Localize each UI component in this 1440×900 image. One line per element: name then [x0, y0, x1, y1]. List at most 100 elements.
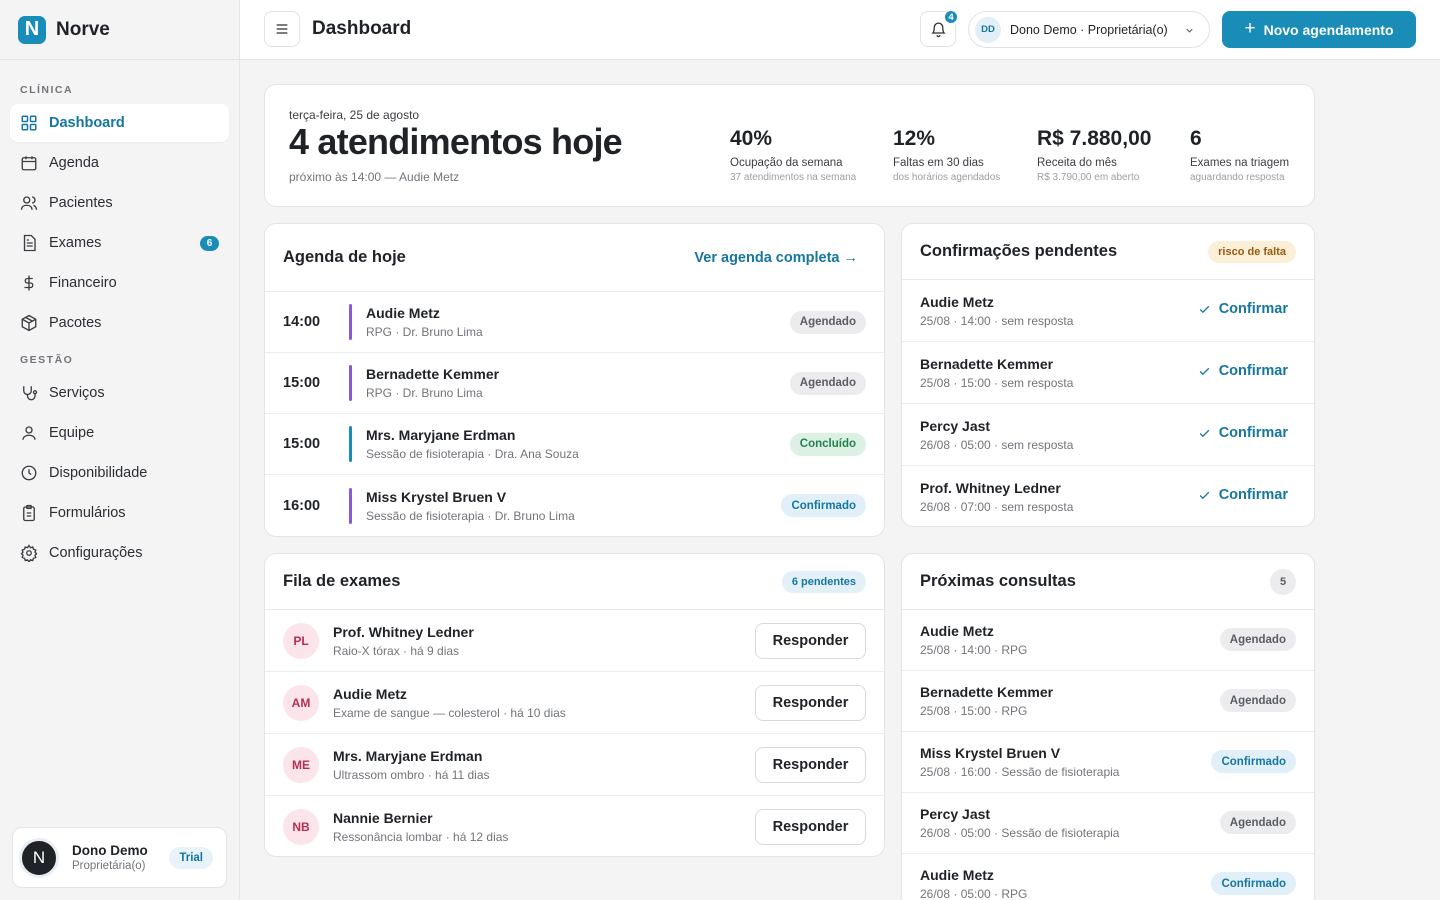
exam-row: ME Mrs. Maryjane Erdman Ultrassom ombro … — [265, 734, 884, 796]
agenda-row[interactable]: 15:00 Bernadette Kemmer RPG · Dr. Bruno … — [265, 353, 884, 414]
confirm-button[interactable]: Confirmar — [1198, 487, 1288, 503]
sidebar-item-configuracoes[interactable]: Configurações — [10, 534, 229, 572]
agenda-row[interactable]: 14:00 Audie Metz RPG · Dr. Bruno Lima Ag… — [265, 292, 884, 353]
user-info: Dono Demo Proprietária(o) — [72, 843, 148, 872]
confirmation-row: Percy Jast 26/08 · 05:00 · sem resposta … — [902, 404, 1314, 466]
confirm-label: Confirmar — [1218, 425, 1288, 441]
sidebar-item-servicos[interactable]: Serviços — [10, 374, 229, 412]
status-badge: Agendado — [789, 310, 866, 334]
new-appointment-label: Novo agendamento — [1263, 21, 1394, 38]
status-badge: Agendado — [789, 371, 866, 395]
patient-name: Mrs. Maryjane Erdman — [333, 747, 483, 764]
sidebar-item-agenda[interactable]: Agenda — [10, 144, 229, 182]
appointment-detail: Sessão de fisioterapia · Dra. Ana Souza — [366, 447, 579, 461]
consult-row[interactable]: Audie Metz 25/08 · 14:00 · RPG Agendado — [902, 610, 1314, 671]
consult-row[interactable]: Miss Krystel Bruen V 25/08 · 16:00 · Ses… — [902, 732, 1314, 793]
sidebar-item-exames[interactable]: Exames 6 — [10, 224, 229, 262]
confirm-label: Confirmar — [1218, 487, 1288, 503]
kpi-sub: 37 atendimentos na semana — [730, 172, 857, 183]
avatar: AM — [283, 684, 319, 721]
agenda-info: Miss Krystel Bruen V Sessão de fisiotera… — [366, 489, 575, 523]
confirm-button[interactable]: Confirmar — [1198, 301, 1288, 317]
sidebar-item-label: Exames — [49, 235, 102, 251]
confirm-label: Confirmar — [1218, 363, 1288, 379]
agenda-card: Agenda de hoje Ver agenda completa → 14:… — [264, 223, 885, 537]
agenda-time: 14:00 — [283, 314, 321, 330]
kpi-value: 12% — [893, 127, 936, 150]
check-icon — [1199, 367, 1209, 375]
exam-detail: Raio-X tórax · há 9 dias — [333, 643, 460, 658]
user-icon — [22, 426, 36, 440]
view-full-agenda-link[interactable]: Ver agenda completa → — [694, 250, 858, 266]
calendar-icon — [21, 156, 37, 171]
sidebar-item-formularios[interactable]: Formulários — [10, 494, 229, 532]
appointment-detail: RPG · Dr. Bruno Lima — [366, 325, 483, 339]
agenda-time: 16:00 — [283, 497, 321, 514]
exams-queue-card: Fila de exames 6 pendentes PL Prof. Whit… — [264, 553, 885, 857]
patient-name: Bernadette Kemmer — [366, 366, 500, 382]
plus-icon: + — [1244, 17, 1256, 39]
file-text-icon — [23, 234, 36, 252]
confirm-button[interactable]: Confirmar — [1198, 363, 1288, 379]
kpi-absences: 12% Faltas em 30 dias dos horários agend… — [893, 127, 1000, 183]
sidebar-item-dashboard[interactable]: Dashboard — [10, 104, 229, 142]
confirmation-row: Audie Metz 25/08 · 14:00 · sem resposta … — [902, 280, 1314, 342]
respond-button[interactable]: Responder — [755, 685, 866, 721]
patient-name: Audie Metz — [333, 685, 407, 702]
new-appointment-button[interactable]: + Novo agendamento — [1222, 11, 1416, 48]
user-card[interactable]: N Dono Demo Proprietária(o) Trial — [12, 827, 227, 888]
avatar: DD — [975, 16, 1001, 43]
agenda-row[interactable]: 16:00 Miss Krystel Bruen V Sessão de fis… — [265, 475, 884, 536]
card-title: Agenda de hoje — [283, 248, 406, 266]
count-badge: 5 — [1270, 568, 1296, 595]
avatar: NB — [283, 809, 319, 845]
sidebar-item-label: Configurações — [49, 545, 143, 561]
card-title: Confirmações pendentes — [920, 242, 1118, 260]
sidebar-item-pacotes[interactable]: Pacotes — [10, 304, 229, 342]
agenda-row[interactable]: 15:00 Mrs. Maryjane Erdman Sessão de fis… — [265, 414, 884, 475]
card-title: Próximas consultas — [920, 572, 1076, 590]
consult-row[interactable]: Percy Jast 26/08 · 05:00 · Sessão de fis… — [902, 793, 1314, 854]
respond-button[interactable]: Responder — [755, 809, 866, 845]
sidebar-item-equipe[interactable]: Equipe — [10, 414, 229, 452]
exam-detail: Exame de sangue — colesterol · há 10 dia… — [333, 705, 566, 720]
section-label-clinic: CLÍNICA — [20, 84, 74, 96]
users-icon — [20, 196, 38, 210]
confirmations-card: Confirmações pendentes risco de falta Au… — [901, 223, 1315, 527]
kpi-exams: 6 Exames na triagem aguardando resposta — [1190, 127, 1289, 183]
gear-icon — [20, 544, 38, 562]
respond-button[interactable]: Responder — [755, 623, 866, 659]
kpi-revenue: R$ 7.880,00 Receita do mês R$ 3.790,00 e… — [1037, 127, 1151, 183]
menu-button[interactable] — [264, 11, 300, 47]
sidebar-item-financeiro[interactable]: Financeiro — [10, 264, 229, 302]
chevron-down-icon — [1186, 28, 1193, 33]
consult-row[interactable]: Bernadette Kemmer 25/08 · 15:00 · RPG Ag… — [902, 671, 1314, 732]
sidebar-item-disponibilidade[interactable]: Disponibilidade — [10, 454, 229, 492]
sidebar: N Norve CLÍNICA Dashboard Agenda Pacient… — [0, 0, 240, 900]
brand[interactable]: N Norve — [0, 0, 239, 60]
exam-info: Nannie Bernier Ressonância lombar · há 1… — [333, 810, 508, 844]
bell-icon — [930, 21, 946, 37]
pending-badge: 6 pendentes — [781, 570, 866, 593]
notifications-badge: 4 — [943, 9, 959, 25]
sidebar-item-label: Equipe — [49, 425, 95, 441]
status-badge: Concluído — [789, 432, 866, 456]
confirm-button[interactable]: Confirmar — [1198, 425, 1288, 441]
agenda-info: Bernadette Kemmer RPG · Dr. Bruno Lima — [366, 366, 499, 400]
risk-badge: risco de falta — [1208, 240, 1296, 263]
confirm-label: Confirmar — [1218, 301, 1288, 317]
sidebar-item-label: Disponibilidade — [49, 465, 148, 481]
profile-label: Dono Demo · Proprietária(o) — [1010, 22, 1168, 37]
agenda-time: 15:00 — [283, 375, 321, 391]
sidebar-item-pacientes[interactable]: Pacientes — [10, 184, 229, 222]
patient-name: Mrs. Maryjane Erdman — [366, 427, 516, 443]
patient-name: Audie Metz — [366, 305, 440, 321]
sidebar-item-label: Financeiro — [49, 275, 117, 291]
exams-header: Fila de exames 6 pendentes — [265, 554, 884, 610]
confirmation-row: Bernadette Kemmer 25/08 · 15:00 · sem re… — [902, 342, 1314, 404]
section-label-management: GESTÃO — [20, 354, 74, 366]
respond-button[interactable]: Responder — [755, 747, 866, 783]
consult-row[interactable]: Audie Metz 26/08 · 05:00 · RPG Confirmad… — [902, 854, 1314, 900]
profile-dropdown[interactable]: DD Dono Demo · Proprietária(o) — [968, 11, 1210, 48]
agenda-color-bar — [349, 365, 352, 401]
